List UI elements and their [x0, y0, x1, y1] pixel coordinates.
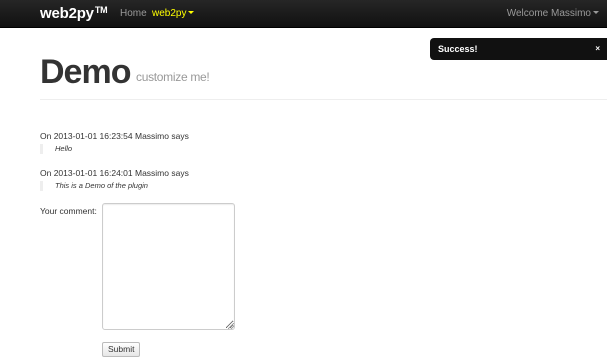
comment-body: Hello [40, 144, 189, 154]
nav-web2py-label: web2py [152, 8, 187, 19]
page-header: Demo customize me! [40, 52, 607, 100]
nav-web2py-menu[interactable]: web2py [152, 8, 195, 19]
user-menu-label: Welcome Massimo [506, 8, 591, 19]
caret-down-icon [593, 11, 599, 14]
user-menu[interactable]: Welcome Massimo [507, 8, 599, 19]
comment-item: On 2013-01-01 16:23:54 Massimo says Hell… [40, 131, 189, 154]
page-subtitle: customize me! [136, 70, 210, 84]
comment-meta: On 2013-01-01 16:24:01 Massimo says [40, 168, 189, 178]
brand-logo[interactable]: web2pyTM [40, 5, 108, 22]
submit-button[interactable]: Submit [102, 342, 141, 357]
comment-textarea[interactable] [102, 203, 235, 330]
caret-down-icon [188, 11, 195, 14]
navbar: web2pyTM Home web2py Welcome Massimo [0, 0, 607, 28]
resize-grip-icon[interactable] [228, 323, 234, 329]
comment-meta: On 2013-01-01 16:23:54 Massimo says [40, 131, 189, 141]
page-title: Demo [40, 53, 131, 91]
comment-item: On 2013-01-01 16:24:01 Massimo says This… [40, 168, 189, 191]
comment-label: Your comment: [40, 206, 97, 216]
nav-home-link[interactable]: Home [120, 8, 147, 19]
comment-body: This is a Demo of the plugin [40, 181, 189, 191]
